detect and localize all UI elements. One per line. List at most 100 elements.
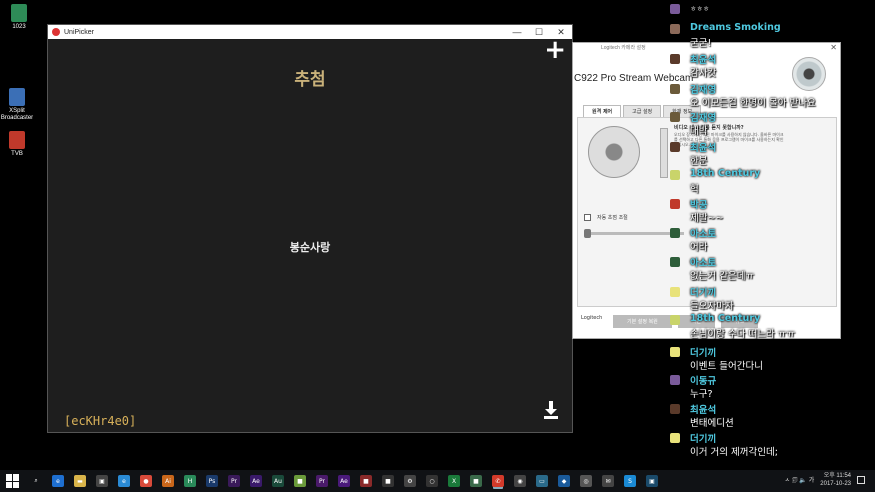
focus-slider[interactable] [584,229,684,238]
phone-icon[interactable]: ✆ [492,475,504,487]
chat-username: 더기끼 [690,348,717,359]
desktop-icon-label: 1023 [12,24,26,30]
dropbox-icon[interactable]: ◆ [558,475,570,487]
desktop-icon-tvb[interactable]: TVB [0,131,34,158]
skype-icon[interactable]: S [624,475,636,487]
aftereffects-icon[interactable]: Ae [250,475,262,487]
chat-text: 오 이모든걸 한명이 몰아 받나요 [690,98,816,109]
taskbar: ⌕ e ▬ ▣ e ● Ai H Ps Pr Ae Au ■ Pr Ae ■ ■ ⚙ ○ X ■ ✆ ◉ ▭ ◆ ◎ ✉ S ▣ ㅅ 🗊… [0,470,875,492]
user-avatar-icon [670,24,680,34]
chat-username: 18th Century [690,313,761,324]
excel-file-icon [11,4,27,22]
app-green-icon[interactable]: ■ [294,475,306,487]
page-title: 추첨 [294,70,326,90]
windows-start-icon[interactable] [6,474,20,488]
chat-username: 더기끼 [690,434,717,445]
xsplit-icon[interactable]: ○ [426,475,438,487]
desktop-icon-label: XSplit Broadcaster [0,108,34,121]
pan-tilt-pad[interactable] [588,126,640,178]
chat-text: 들오자마자 [690,301,734,312]
user-avatar-icon [670,4,680,14]
unipicker-window: UniPicker — ☐ ✕ + 추첨 봉순사랑 [ecKHr4e0] [47,24,573,433]
desktop-icon-xsplit[interactable]: XSplit Broadcaster [0,88,34,122]
chat-username: 최윤석 [690,55,717,66]
search-icon[interactable]: ⌕ [30,475,42,487]
chat-username: 18th Century [690,168,761,179]
user-avatar-icon [670,84,680,94]
chat-username: 김재영 [690,85,717,96]
app-bright-icon[interactable]: ■ [470,475,482,487]
settings-icon[interactable]: ⚙ [404,475,416,487]
logitech-logo: Logitech [581,315,603,321]
restore-defaults-button[interactable]: 기본 설정 복원 [613,315,672,328]
window-titlebar[interactable]: UniPicker — ☐ ✕ [48,25,572,39]
ie-icon[interactable]: e [118,475,130,487]
chat-username: 김재영 [690,113,717,124]
illustrator-icon[interactable]: Ai [162,475,174,487]
edge-icon[interactable]: e [52,475,64,487]
mixer-icon[interactable]: ◉ [514,475,526,487]
chat-username: 더기끼 [690,288,717,299]
monitor-icon[interactable]: ▭ [536,475,548,487]
clock-time: 오후 11:54 [823,473,851,479]
tray-icons[interactable]: ㅅ 🗊 🔈 가 [785,475,815,486]
window-title: UniPicker [64,28,94,36]
clock-date: 2017-10-23 [820,481,851,487]
terminal-icon[interactable]: ▣ [646,475,658,487]
chat-text: 이벤트 들어간다니 [690,361,763,372]
camera-icon[interactable]: ◎ [580,475,592,487]
user-avatar-icon [670,347,680,357]
chrome-icon[interactable]: ● [140,475,152,487]
aftereffects2-icon[interactable]: Ae [338,475,350,487]
user-avatar-icon [670,257,680,267]
premiere2-icon[interactable]: Pr [316,475,328,487]
chat-username: 아소토 [690,258,717,269]
download-icon[interactable] [544,401,558,419]
store-icon[interactable]: ▣ [96,475,108,487]
premiere-icon[interactable]: Pr [228,475,240,487]
chat-text: ㅎㅎㅎ [690,5,710,13]
user-avatar-icon [670,170,680,180]
chat-username: 아소토 [690,229,717,240]
user-avatar-icon [670,112,680,122]
chat-text: 헉 [690,184,699,195]
app-red-icon[interactable]: ■ [360,475,372,487]
webcam-icon [792,57,826,91]
chat-text: 변태에디션 [690,418,734,429]
auto-focus-label: 자동 초점 조절 [597,215,628,221]
tvb-icon [9,131,25,149]
app-h-icon[interactable]: H [184,475,196,487]
app-dark-icon[interactable]: ■ [382,475,394,487]
auto-focus-option[interactable]: 자동 초점 조절 [584,214,628,221]
user-avatar-icon [670,315,680,325]
auto-focus-checkbox[interactable] [584,214,591,221]
audition-icon[interactable]: Au [272,475,284,487]
add-icon[interactable]: + [544,37,566,63]
chat-username: 이동규 [690,376,717,387]
chat-text: 굳굳! [690,38,712,49]
user-avatar-icon [670,433,680,443]
slider-knob[interactable] [584,229,591,238]
photoshop-icon[interactable]: Ps [206,475,218,487]
clock[interactable]: 오후 11:54 2017-10-23 [820,472,851,488]
draw-code: [ecKHr4e0] [64,414,137,428]
system-tray: ㅅ 🗊 🔈 가 오후 11:54 2017-10-23 [785,472,865,488]
chat-text: 이거 거의 제꺼각인데; [690,447,778,458]
folder-icon[interactable]: ▬ [74,475,86,487]
desktop-icon-1023[interactable]: 1023 [2,4,36,31]
minimize-button[interactable]: — [506,25,528,39]
chat-text: 감사캇 [690,68,717,79]
close-button[interactable]: ✕ [830,43,837,52]
excel-icon[interactable]: X [448,475,460,487]
zoom-slider[interactable] [660,128,668,178]
chat-text: 대박 [690,126,708,137]
user-avatar-icon [670,54,680,64]
chat-username: 박공 [690,200,708,211]
user-avatar-icon [670,375,680,385]
chat-text: 어라 [690,242,708,253]
notification-icon[interactable] [857,476,865,484]
chat-text: 없는거 같은데ㅠ [690,271,755,282]
chat-icon[interactable]: ✉ [602,475,614,487]
desktop-icon-label: TVB [11,151,23,157]
camera-model: C922 Pro Stream Webcam [574,73,694,84]
